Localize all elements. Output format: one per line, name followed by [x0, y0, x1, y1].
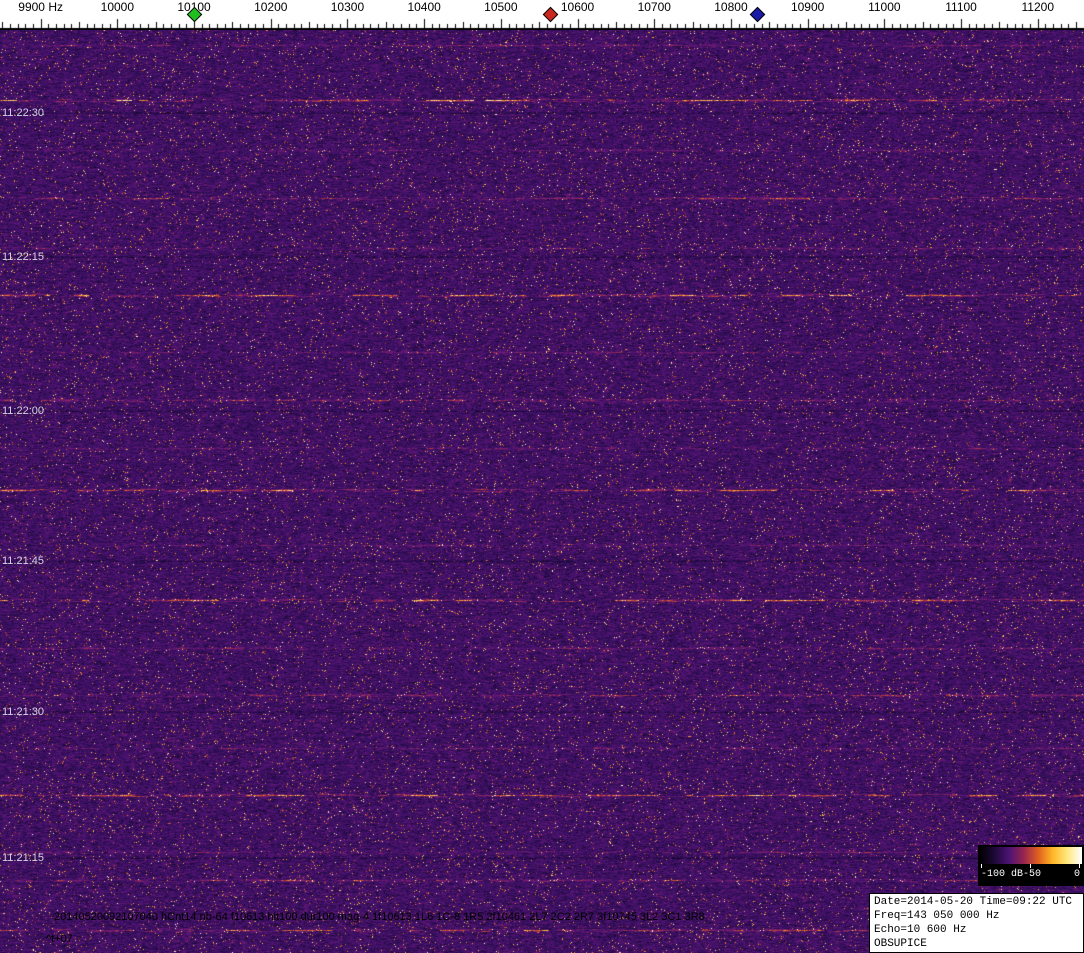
detection-stats-text: 20140520092107040 hCnt14 nb-64 f10613 hi…	[54, 911, 705, 923]
spectrogram-app: 9900 Hz100001010010200103001040010500106…	[0, 0, 1084, 953]
time-label: 11:21:30	[2, 706, 44, 718]
intensity-colorbar: -100 dB -50 0	[978, 845, 1084, 886]
frequency-ruler: 9900 Hz100001010010200103001040010500106…	[0, 0, 1084, 30]
freq-label-10000: 10000	[101, 1, 134, 14]
colorbar-tick-max	[1079, 864, 1080, 868]
freq-label-11000: 11000	[868, 1, 900, 14]
time-label: 11:22:15	[2, 251, 44, 263]
info-date-time: Date=2014-05-20 Time=09:22 UTC	[874, 895, 1079, 909]
time-label: 11:22:00	[2, 405, 44, 417]
freq-label-10200: 10200	[254, 1, 287, 14]
colorbar-label-mid: -50	[1023, 869, 1041, 880]
time-label: 11:21:15	[2, 852, 44, 864]
freq-label-11100: 11100	[945, 1, 977, 14]
colorbar-gradient	[980, 847, 1082, 864]
time-label: 11:22:30	[2, 107, 44, 119]
freq-label-10300: 10300	[331, 1, 364, 14]
time-label: 11:21:45	[2, 555, 44, 567]
colorbar-tick-mid	[1030, 864, 1031, 868]
freq-label-10900: 10900	[791, 1, 824, 14]
waterfall-display[interactable]	[0, 30, 1084, 953]
freq-label-10800: 10800	[714, 1, 747, 14]
info-station: OBSUPICE	[874, 937, 1079, 951]
freq-label-10600: 10600	[561, 1, 594, 14]
freq-label-10700: 10700	[638, 1, 671, 14]
freq-label-9900: 9900 Hz	[18, 1, 63, 14]
info-frequency: Freq=143 050 000 Hz	[874, 909, 1079, 923]
info-echo: Echo=10 600 Hz	[874, 923, 1079, 937]
colorbar-label-max: 0	[1074, 869, 1080, 880]
trigger-indicator-text: ^t+07	[46, 933, 73, 945]
info-box: Date=2014-05-20 Time=09:22 UTC Freq=143 …	[869, 893, 1084, 953]
freq-label-10500: 10500	[484, 1, 517, 14]
frequency-scale-canvas	[0, 0, 1084, 30]
colorbar-label-min: -100 dB	[981, 869, 1023, 880]
colorbar-tick-min	[981, 864, 982, 868]
freq-label-10400: 10400	[407, 1, 440, 14]
freq-label-11200: 11200	[1022, 1, 1054, 14]
